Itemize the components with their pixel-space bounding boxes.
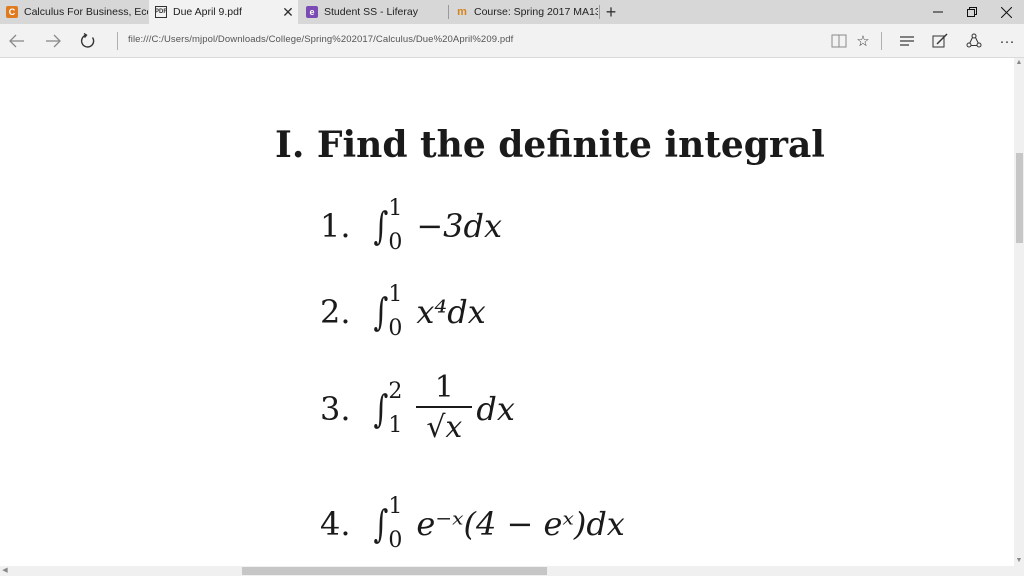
share-icon xyxy=(966,33,982,48)
horizontal-scroll-thumb[interactable] xyxy=(242,567,547,575)
lower-limit: 1 xyxy=(388,413,403,438)
section-heading: I. Find the definite integral xyxy=(275,124,825,166)
book-icon xyxy=(831,34,847,48)
more-button[interactable]: ··· xyxy=(996,30,1018,52)
scroll-up-icon[interactable]: ▲ xyxy=(1014,58,1024,68)
problem-number: 3. xyxy=(320,390,351,428)
favorite-button[interactable]: ☆ xyxy=(852,30,874,52)
tab-label: Due April 9.pdf xyxy=(173,6,242,18)
tab-divider xyxy=(448,5,449,19)
tab-label: Student SS - Liferay xyxy=(324,6,418,18)
restore-button[interactable] xyxy=(955,0,989,24)
pdf-viewer: I. Find the definite integral 1. ∫ 1 0 −… xyxy=(0,58,1014,566)
tab-label: Course: Spring 2017 MA13S xyxy=(474,6,598,18)
star-icon: ☆ xyxy=(856,33,870,50)
lower-limit: 0 xyxy=(388,316,403,341)
reading-view-button[interactable] xyxy=(828,30,850,52)
problem-3: 3. ∫ 2 1 1 √x dx xyxy=(320,370,515,448)
e-logo-icon: e xyxy=(306,6,318,18)
url-field[interactable]: file:///C:/Users/mjpol/Downloads/College… xyxy=(128,34,513,45)
upper-limit: 2 xyxy=(388,379,403,404)
problem-4: 4. ∫ 1 0 e⁻ˣ(4 − eˣ)dx xyxy=(320,496,625,552)
upper-limit: 1 xyxy=(388,494,403,519)
tab-bar: C Calculus For Business, Econ PDF Due Ap… xyxy=(0,0,1024,24)
integral-sign: ∫ 1 0 xyxy=(373,282,403,341)
denominator: √x xyxy=(426,410,463,445)
problem-2: 2. ∫ 1 0 x⁴dx xyxy=(320,284,486,340)
vertical-scrollbar[interactable] xyxy=(1014,58,1024,566)
new-tab-button[interactable]: + xyxy=(602,2,620,22)
integrand: dx xyxy=(476,390,515,428)
close-tab-icon[interactable]: ✕ xyxy=(281,4,295,20)
toolbar-divider xyxy=(881,32,882,50)
upper-limit: 1 xyxy=(388,282,403,307)
back-button[interactable] xyxy=(6,30,28,52)
scroll-down-icon[interactable]: ▼ xyxy=(1014,556,1024,566)
tab-label: Calculus For Business, Econ xyxy=(24,6,148,18)
integrand: e⁻ˣ(4 − eˣ)dx xyxy=(416,505,625,543)
more-icon: ··· xyxy=(999,32,1015,50)
pdf-icon: PDF xyxy=(155,6,167,18)
tab-liferay[interactable]: e Student SS - Liferay xyxy=(300,0,448,24)
lower-limit: 0 xyxy=(388,528,403,553)
back-arrow-icon xyxy=(9,34,24,48)
lower-limit: 0 xyxy=(388,230,403,255)
restore-icon xyxy=(967,7,977,17)
web-note-button[interactable] xyxy=(929,30,951,52)
problem-1: 1. ∫ 1 0 −3dx xyxy=(320,198,502,254)
fraction: 1 √x xyxy=(416,370,473,448)
c-logo-icon: C xyxy=(6,6,18,18)
minimize-icon xyxy=(933,11,943,13)
tab-calculus[interactable]: C Calculus For Business, Econ xyxy=(0,0,148,24)
problem-number: 4. xyxy=(320,505,351,543)
numerator: 1 xyxy=(434,370,454,405)
tab-divider xyxy=(599,5,600,19)
address-divider xyxy=(117,32,118,50)
integral-sign: ∫ 1 0 xyxy=(373,494,403,553)
forward-button[interactable] xyxy=(42,30,64,52)
problem-number: 2. xyxy=(320,293,351,331)
scroll-left-icon[interactable]: ◀ xyxy=(0,566,10,576)
integrand: x⁴dx xyxy=(416,293,486,331)
refresh-icon xyxy=(80,33,95,48)
close-window-button[interactable] xyxy=(989,0,1023,24)
minimize-button[interactable] xyxy=(921,0,955,24)
hub-icon xyxy=(900,36,914,46)
integral-sign: ∫ 2 1 xyxy=(373,379,403,438)
integral-sign: ∫ 1 0 xyxy=(373,196,403,255)
tab-due-april[interactable]: PDF Due April 9.pdf xyxy=(149,0,298,24)
vertical-scroll-thumb[interactable] xyxy=(1016,153,1023,243)
integrand: −3dx xyxy=(416,207,503,245)
pen-note-icon xyxy=(932,33,948,48)
refresh-button[interactable] xyxy=(77,30,99,52)
upper-limit: 1 xyxy=(388,196,403,221)
hub-button[interactable] xyxy=(896,30,918,52)
problem-number: 1. xyxy=(320,207,351,245)
close-icon xyxy=(1000,6,1012,18)
forward-arrow-icon xyxy=(46,34,61,48)
m-logo-icon: m xyxy=(457,6,467,18)
share-button[interactable] xyxy=(963,30,985,52)
tab-course[interactable]: m Course: Spring 2017 MA13S xyxy=(450,0,598,24)
address-bar: file:///C:/Users/mjpol/Downloads/College… xyxy=(0,24,1024,58)
